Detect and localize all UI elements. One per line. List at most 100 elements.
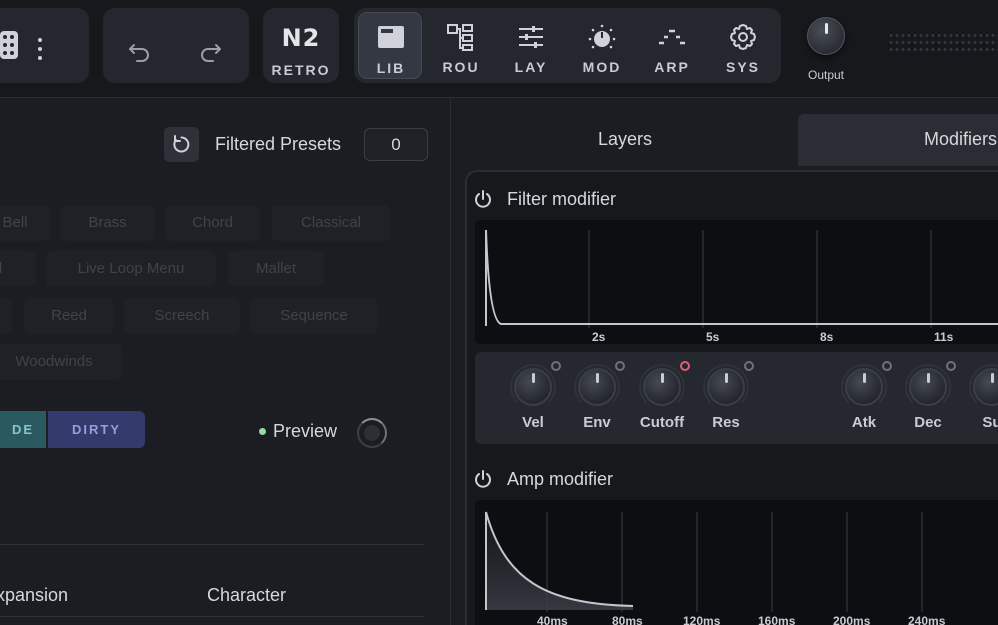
amp-envelope-curve [485, 511, 923, 612]
vel-knob[interactable] [514, 368, 552, 406]
dec-knob[interactable] [909, 368, 947, 406]
nav-lay-label: LAY [514, 59, 548, 75]
more-vertical-icon[interactable] [38, 38, 44, 60]
mod-target-dot[interactable] [615, 361, 625, 371]
filter-knob-row: Vel Env Cutoff Res Atk Dec Su [475, 352, 998, 444]
nav-mod-label: MOD [582, 59, 622, 75]
tag-chip[interactable]: Live Loop Menu [46, 251, 216, 287]
layers-sliders-icon [519, 26, 543, 48]
logo-subtitle: RETRO [271, 62, 331, 78]
output-volume-knob[interactable] [807, 17, 845, 55]
time-tick-label: 2s [592, 330, 606, 344]
nav-lib-button[interactable]: LIB [358, 12, 422, 79]
nav-arp-button[interactable]: ARP [640, 12, 704, 79]
vel-knob-label: Vel [522, 414, 544, 431]
power-icon[interactable] [473, 189, 493, 209]
modifiers-container: Filter modifier 2s 5s 8s 11s Vel Env Cut… [465, 170, 998, 625]
time-tick-label: 11s [934, 330, 954, 344]
mod-target-dot[interactable] [744, 361, 754, 371]
filter-modifier-title: Filter modifier [507, 189, 617, 209]
column-header-expansion[interactable]: xpansion [0, 585, 68, 606]
sus-knob-label: Su [982, 414, 998, 431]
atk-knob-label: Atk [851, 414, 877, 431]
tag-chip[interactable]: Sequence [250, 298, 378, 334]
segment-option-dirty[interactable]: DIRTY [48, 411, 145, 448]
time-tick-label: 80ms [612, 614, 643, 625]
mod-target-dot[interactable] [946, 361, 956, 371]
arp-icon [659, 29, 685, 45]
tag-chip[interactable]: Brass [60, 205, 155, 241]
dec-knob-control[interactable]: Dec [894, 352, 958, 444]
time-tick-label: 40ms [537, 614, 568, 625]
nav-group: LIB ROU LAY MOD ARP SYS [354, 8, 781, 83]
reset-filter-button[interactable] [164, 127, 199, 162]
logo-mark: N2 [281, 24, 321, 52]
filtered-presets-label: Filtered Presets [215, 134, 342, 154]
divider [0, 616, 424, 617]
output-label: Output [807, 68, 845, 82]
sus-knob-control[interactable]: Su [958, 352, 998, 444]
atk-knob-control[interactable]: Atk [830, 352, 894, 444]
nav-sys-label: SYS [725, 59, 760, 75]
filtered-presets-count: 0 [364, 128, 428, 161]
tag-chip[interactable]: Reed [24, 298, 114, 334]
tag-chip[interactable]: Bell [0, 205, 50, 241]
level-meter [888, 32, 998, 54]
preview-status-dot [259, 428, 266, 435]
library-panel: Filtered Presets 0 Bell Brass Chord Clas… [0, 98, 450, 625]
modifiers-panel: Layers Modifiers Filter modifier 2s 5s 8… [451, 98, 998, 625]
time-tick-label: 5s [706, 330, 720, 344]
res-knob-control[interactable]: Res [692, 352, 756, 444]
nav-rou-button[interactable]: ROU [429, 12, 493, 79]
segment-option-a[interactable]: DE [0, 411, 46, 448]
settings-gear-icon [730, 24, 756, 50]
time-tick-label: 240ms [908, 614, 946, 625]
mod-target-dot-active[interactable] [680, 361, 690, 371]
atk-knob[interactable] [845, 368, 883, 406]
res-knob[interactable] [707, 368, 745, 406]
time-tick-label: 120ms [683, 614, 721, 625]
tag-chip[interactable]: Woodwinds [0, 344, 122, 380]
redo-icon[interactable] [195, 36, 225, 66]
vel-knob-control[interactable]: Vel [499, 352, 563, 444]
history-group [103, 8, 249, 83]
cutoff-knob-label: Cutoff [639, 414, 685, 431]
tag-chip[interactable]: d [0, 251, 36, 287]
tab-layers[interactable]: Layers [451, 114, 799, 166]
nav-sys-button[interactable]: SYS [711, 12, 775, 79]
tag-chip[interactable]: Classical [272, 205, 390, 241]
nav-mod-button[interactable]: MOD [570, 12, 634, 79]
undo-icon[interactable] [125, 36, 155, 66]
tag-chip[interactable]: Mallet [228, 251, 324, 287]
library-icon [378, 26, 404, 48]
power-icon[interactable] [473, 469, 493, 489]
dice-icon[interactable] [0, 31, 18, 59]
preview-label[interactable]: Preview [273, 421, 337, 442]
cutoff-knob[interactable] [643, 368, 681, 406]
nav-arp-label: ARP [654, 59, 690, 75]
env-knob[interactable] [578, 368, 616, 406]
amp-envelope-graph[interactable]: 40ms 80ms 120ms 160ms 200ms 240ms [475, 500, 998, 625]
filter-envelope-graph[interactable]: 2s 5s 8s 11s [475, 220, 998, 344]
mod-target-dot[interactable] [882, 361, 892, 371]
random-group [0, 8, 89, 83]
nav-lib-label: LIB [376, 60, 406, 76]
nav-lay-button[interactable]: LAY [499, 12, 563, 79]
preview-loading-icon [357, 418, 387, 448]
nav-rou-label: ROU [442, 59, 480, 75]
tag-chip[interactable]: Chord [165, 205, 260, 241]
preset-logo-button[interactable]: N2 RETRO [263, 8, 339, 83]
dec-knob-label: Dec [914, 414, 942, 431]
time-tick-label: 8s [820, 330, 834, 344]
tag-chip[interactable]: Screech [124, 298, 240, 334]
tag-chip[interactable] [0, 298, 12, 334]
divider [0, 544, 424, 545]
res-knob-label: Res [712, 414, 740, 431]
column-header-character[interactable]: Character [207, 585, 286, 606]
reset-icon [173, 135, 190, 153]
cutoff-knob-control[interactable]: Cutoff [628, 352, 692, 444]
tab-modifiers[interactable]: Modifiers [798, 114, 998, 166]
mod-knob-icon [588, 24, 616, 49]
mod-target-dot[interactable] [551, 361, 561, 371]
env-knob-control[interactable]: Env [563, 352, 627, 444]
